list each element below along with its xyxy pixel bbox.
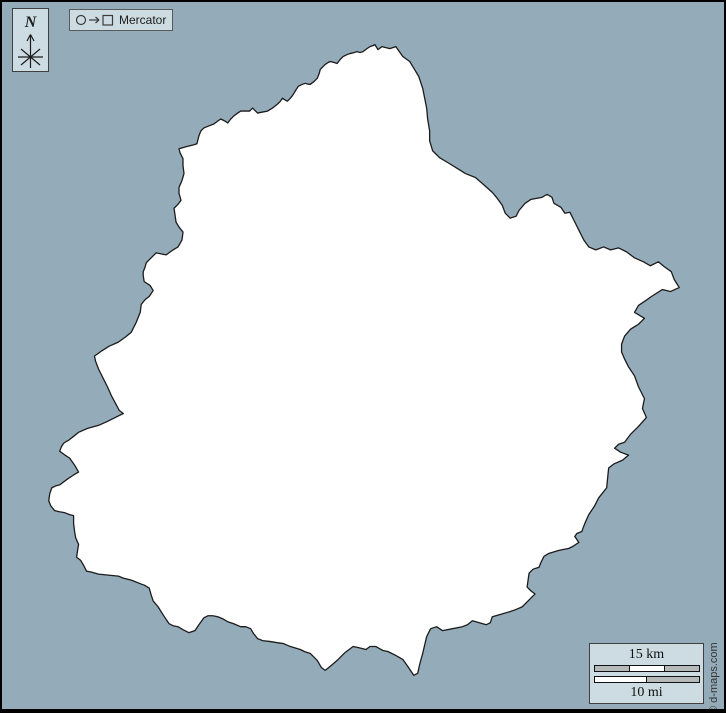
scale-km-segment	[664, 666, 699, 671]
scale-km-label: 15 km	[629, 647, 664, 662]
compass-north-label: N	[25, 15, 37, 31]
scale-km-segment	[629, 666, 664, 671]
scale-bar-mi	[594, 676, 700, 683]
scale-mi-segment	[595, 677, 647, 682]
region-map	[2, 2, 724, 709]
projection-label: Mercator	[119, 14, 166, 26]
watermark-credit: © d-maps.com	[707, 636, 722, 713]
compass-rose-icon	[14, 32, 47, 70]
scale-mi-label: 10 mi	[630, 685, 662, 700]
scale-bar-km	[594, 665, 700, 672]
map-canvas: N Mercator 15 km	[0, 0, 726, 713]
region-outline	[49, 45, 680, 676]
compass-rose: N	[12, 8, 49, 72]
scale-bar-panel: 15 km 10 mi	[589, 643, 704, 704]
projection-transform-icon	[75, 14, 115, 26]
scale-km-segment	[595, 666, 629, 671]
scale-mi-segment	[646, 677, 699, 682]
projection-badge: Mercator	[69, 9, 173, 31]
